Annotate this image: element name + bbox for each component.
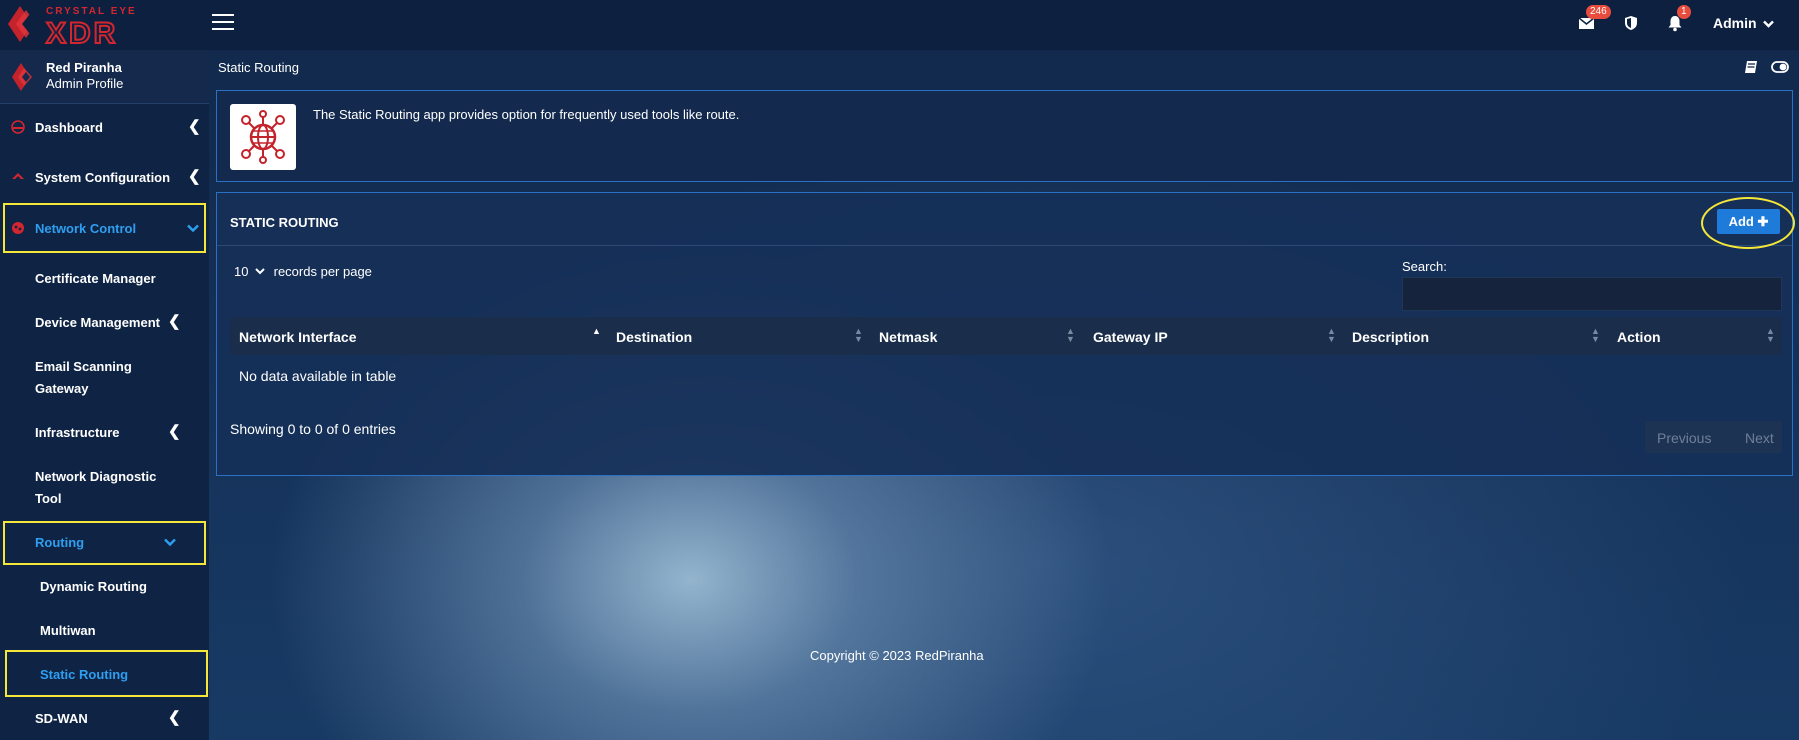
page-title: Static Routing: [218, 60, 299, 75]
next-button[interactable]: Next: [1745, 430, 1774, 446]
records-per-page-label: records per page: [273, 264, 372, 279]
app-icon: [230, 104, 296, 170]
globe-network-icon: [241, 110, 285, 164]
chevron-left-icon: ❮: [188, 118, 201, 135]
empty-table-message: No data available in table: [239, 368, 397, 384]
column-action[interactable]: Action: [1617, 329, 1661, 345]
sidebar-item-label: Email Scanning: [35, 359, 132, 374]
chevron-left-icon: ❮: [188, 168, 201, 185]
column-netmask[interactable]: Netmask: [879, 329, 937, 345]
table-header: Network Interface ▲ Destination ▲ ▼ Netma…: [230, 317, 1782, 355]
profile-role: Admin Profile: [46, 76, 124, 91]
highlight-circle: [1701, 197, 1795, 249]
sidebar-item-label: Network Control: [35, 221, 137, 236]
mail-count-badge: 246: [1586, 5, 1611, 19]
sidebar-item-label: SD-WAN: [35, 711, 88, 726]
admin-label: Admin: [1713, 15, 1757, 31]
sidebar-item-label-line2: Gateway: [35, 381, 89, 396]
crystal-eye-xdr-logo[interactable]: CRYSTAL EYE XDR: [6, 2, 178, 46]
sidebar-item-dynamic-routing[interactable]: Dynamic Routing: [0, 579, 209, 609]
sidebar-item-label: Infrastructure: [35, 425, 120, 440]
chevron-left-icon: ❮: [168, 709, 181, 726]
toggle-switch-icon[interactable]: [1771, 61, 1789, 73]
sidebar-item-label-line2: Tool: [35, 491, 62, 506]
app-info-card: The Static Routing app provides option f…: [216, 90, 1793, 182]
sidebar-item-static-routing[interactable]: Static Routing: [0, 667, 209, 697]
card-title: STATIC ROUTING: [230, 215, 339, 230]
sidebar-item-multiwan[interactable]: Multiwan: [0, 623, 209, 653]
sidebar-item-label: Device Management: [35, 315, 160, 330]
book-icon[interactable]: [1744, 60, 1759, 74]
sort-icon: ▲ ▼: [854, 326, 863, 344]
entries-info: Showing 0 to 0 of 0 entries: [230, 421, 396, 437]
top-bar: CRYSTAL EYE XDR 246 1 Admin: [0, 0, 1799, 50]
static-routing-card: STATIC ROUTING Add ✚ 10 records per page…: [216, 192, 1795, 476]
admin-menu[interactable]: Admin: [1713, 15, 1775, 31]
profile-name: Red Piranha: [46, 60, 122, 75]
sidebar-item-infrastructure[interactable]: Infrastructure ❮: [0, 423, 209, 455]
sidebar-item-network-diagnostic-tool[interactable]: Network Diagnostic Tool: [0, 469, 209, 515]
sidebar-item-sd-wan[interactable]: SD-WAN ❮: [0, 709, 209, 740]
footer-copyright: Copyright © 2023 RedPiranha: [810, 648, 984, 663]
sort-icon: ▲ ▼: [1591, 326, 1600, 344]
settings-icon: [12, 173, 24, 179]
logo-top-text: CRYSTAL EYE: [46, 6, 137, 17]
app-description: The Static Routing app provides option f…: [313, 107, 740, 122]
column-gateway-ip[interactable]: Gateway IP: [1093, 329, 1168, 345]
chevron-left-icon: ❮: [168, 423, 181, 440]
sidebar-item-label: Certificate Manager: [35, 271, 156, 286]
menu-toggle-button[interactable]: [212, 14, 234, 32]
red-piranha-logo-icon: [12, 63, 32, 91]
admin-profile[interactable]: Red Piranha Admin Profile: [0, 50, 209, 104]
sort-icon: ▲ ▼: [1327, 326, 1336, 344]
shield-icon[interactable]: [1622, 14, 1640, 32]
pagination: Previous Next: [1645, 421, 1782, 453]
search-input[interactable]: [1402, 277, 1782, 311]
column-description[interactable]: Description: [1352, 329, 1429, 345]
chevron-down-icon: [187, 224, 199, 233]
sidebar-item-label: Static Routing: [40, 667, 129, 682]
sidebar-item-routing[interactable]: Routing: [0, 535, 209, 565]
logo-main-text: XDR: [46, 17, 118, 46]
sort-icon: ▲ ▼: [1766, 326, 1775, 344]
previous-button[interactable]: Previous: [1657, 430, 1711, 446]
sidebar-item-email-scanning-gateway[interactable]: Email Scanning Gateway: [0, 359, 209, 405]
sidebar-item-device-management[interactable]: Device Management ❮: [0, 313, 209, 345]
sidebar-item-label: System Configuration: [35, 170, 171, 185]
card-header: STATIC ROUTING Add ✚: [217, 193, 1795, 249]
gauge-icon: [11, 120, 25, 134]
alert-count-badge: 1: [1677, 5, 1691, 19]
sidebar-item-certificate-manager[interactable]: Certificate Manager: [0, 271, 209, 301]
records-per-page: 10 records per page: [230, 263, 372, 280]
column-destination[interactable]: Destination: [616, 329, 692, 345]
sidebar-item-label: Multiwan: [40, 623, 96, 638]
sidebar: Red Piranha Admin Profile Dashboard ❮ Sy…: [0, 50, 209, 740]
chevron-down-icon: [164, 538, 176, 547]
sort-icon: ▲ ▼: [1066, 326, 1075, 344]
chevron-left-icon: ❮: [168, 313, 181, 330]
sidebar-item-label: Dynamic Routing: [40, 579, 147, 594]
sidebar-item-label: Dashboard: [35, 120, 103, 135]
sidebar-item-network-control[interactable]: Network Control: [0, 221, 209, 261]
network-icon: [12, 222, 24, 234]
chevron-down-icon: [1763, 20, 1775, 28]
sidebar-item-label: Routing: [35, 535, 85, 550]
sidebar-item-dashboard[interactable]: Dashboard ❮: [0, 118, 209, 160]
column-network-interface[interactable]: Network Interface: [239, 329, 356, 345]
sidebar-item-label: Network Diagnostic: [35, 469, 157, 484]
page-size-select[interactable]: 10: [230, 263, 268, 280]
sort-ascending-icon: ▲: [592, 326, 601, 336]
search-label: Search:: [1402, 259, 1447, 274]
